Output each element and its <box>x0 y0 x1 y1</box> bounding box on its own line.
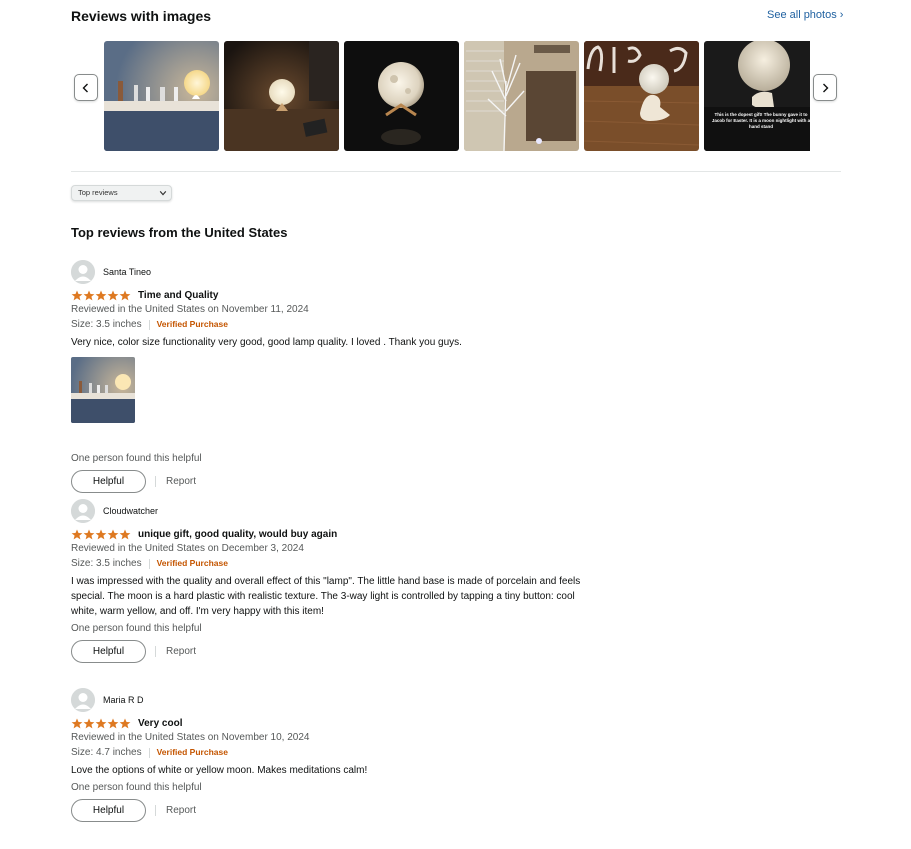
star-icon <box>71 290 83 300</box>
review-image-thumbnail[interactable] <box>584 41 699 151</box>
verified-purchase-badge: Verified Purchase <box>156 747 228 757</box>
star-icon <box>83 529 95 539</box>
star-icon <box>119 290 131 300</box>
star-rating[interactable] <box>71 529 131 540</box>
review-size[interactable]: Size: 3.5 inches <box>71 317 142 332</box>
person-icon <box>71 688 95 712</box>
person-icon <box>71 260 95 284</box>
review-image-thumbnail[interactable] <box>464 41 579 151</box>
review-size[interactable]: Size: 3.5 inches <box>71 556 142 571</box>
star-icon <box>107 290 119 300</box>
chevron-right-icon <box>823 83 829 92</box>
review-body: Love the options of white or yellow moon… <box>71 765 368 776</box>
avatar <box>71 499 95 523</box>
reviewer-name[interactable]: Cloudwatcher <box>103 506 158 516</box>
chevron-right-icon: › <box>839 9 844 21</box>
review-image-thumbnail[interactable] <box>104 41 219 151</box>
review-item: Maria R D Very cool Reviewed in the Unit… <box>71 688 631 822</box>
reviewer-profile[interactable]: Cloudwatcher <box>71 499 631 523</box>
top-reviews-heading: Top reviews from the United States <box>71 225 288 240</box>
star-icon <box>95 290 107 300</box>
star-rating[interactable] <box>71 290 131 301</box>
star-icon <box>95 718 107 728</box>
review-item: Cloudwatcher unique gift, good quality, … <box>71 499 631 663</box>
divider <box>155 805 156 816</box>
review-image[interactable] <box>71 357 135 423</box>
review-image-thumbnail[interactable] <box>344 41 459 151</box>
divider <box>155 476 156 487</box>
review-title[interactable]: Time and Quality <box>138 290 218 301</box>
review-date: Reviewed in the United States on Novembe… <box>71 304 309 315</box>
star-icon <box>119 529 131 539</box>
report-link[interactable]: Report <box>166 476 196 487</box>
report-link[interactable]: Report <box>166 646 196 657</box>
review-title[interactable]: unique gift, good quality, would buy aga… <box>138 529 337 540</box>
section-divider <box>71 171 841 172</box>
reviewer-profile[interactable]: Santa Tineo <box>71 260 631 284</box>
star-icon <box>119 718 131 728</box>
section-title-reviews-with-images: Reviews with images <box>71 8 212 24</box>
divider <box>148 747 150 758</box>
review-body: I was impressed with the quality and ove… <box>71 576 581 617</box>
star-icon <box>83 718 95 728</box>
chevron-down-icon <box>159 191 167 196</box>
review-item: Santa Tineo Time and Quality Reviewed in… <box>71 260 631 493</box>
thumbnail-caption: This is the dopest gift! The bunny gave … <box>711 112 810 129</box>
see-all-photos-link[interactable]: See all photos › <box>767 9 843 21</box>
carousel-prev-button[interactable] <box>74 74 98 101</box>
reviewer-name[interactable]: Maria R D <box>103 695 144 705</box>
chevron-left-icon <box>82 83 88 92</box>
reviewer-profile[interactable]: Maria R D <box>71 688 631 712</box>
see-all-photos-label[interactable]: See all photos <box>767 9 837 21</box>
helpful-button[interactable]: Helpful <box>71 799 146 822</box>
verified-purchase-badge: Verified Purchase <box>156 558 228 568</box>
report-link[interactable]: Report <box>166 805 196 816</box>
verified-purchase-badge: Verified Purchase <box>156 319 228 329</box>
star-icon <box>107 529 119 539</box>
review-title[interactable]: Very cool <box>138 718 182 729</box>
sort-reviews-dropdown[interactable]: Top reviews <box>71 185 172 201</box>
star-icon <box>107 718 119 728</box>
person-icon <box>71 499 95 523</box>
sort-selected-label: Top reviews <box>78 188 118 197</box>
review-size[interactable]: Size: 4.7 inches <box>71 745 142 760</box>
review-date: Reviewed in the United States on Novembe… <box>71 732 310 743</box>
star-icon <box>83 290 95 300</box>
helpful-button[interactable]: Helpful <box>71 640 146 663</box>
review-image-thumbnail[interactable]: This is the dopest gift! The bunny gave … <box>704 41 810 151</box>
review-date: Reviewed in the United States on Decembe… <box>71 543 304 554</box>
reviewer-name[interactable]: Santa Tineo <box>103 267 151 277</box>
review-image-thumbnail[interactable] <box>224 41 339 151</box>
star-icon <box>71 529 83 539</box>
divider <box>148 558 150 569</box>
helpful-count: One person found this helpful <box>71 782 202 793</box>
divider <box>155 646 156 657</box>
star-rating[interactable] <box>71 718 131 729</box>
review-body: Very nice, color size functionality very… <box>71 337 462 348</box>
avatar <box>71 260 95 284</box>
helpful-count: One person found this helpful <box>71 453 202 464</box>
star-icon <box>71 718 83 728</box>
carousel-next-button[interactable] <box>813 74 837 101</box>
helpful-button[interactable]: Helpful <box>71 470 146 493</box>
divider <box>148 319 150 330</box>
avatar <box>71 688 95 712</box>
helpful-count: One person found this helpful <box>71 623 202 634</box>
review-image-carousel: This is the dopest gift! The bunny gave … <box>104 41 810 151</box>
star-icon <box>95 529 107 539</box>
